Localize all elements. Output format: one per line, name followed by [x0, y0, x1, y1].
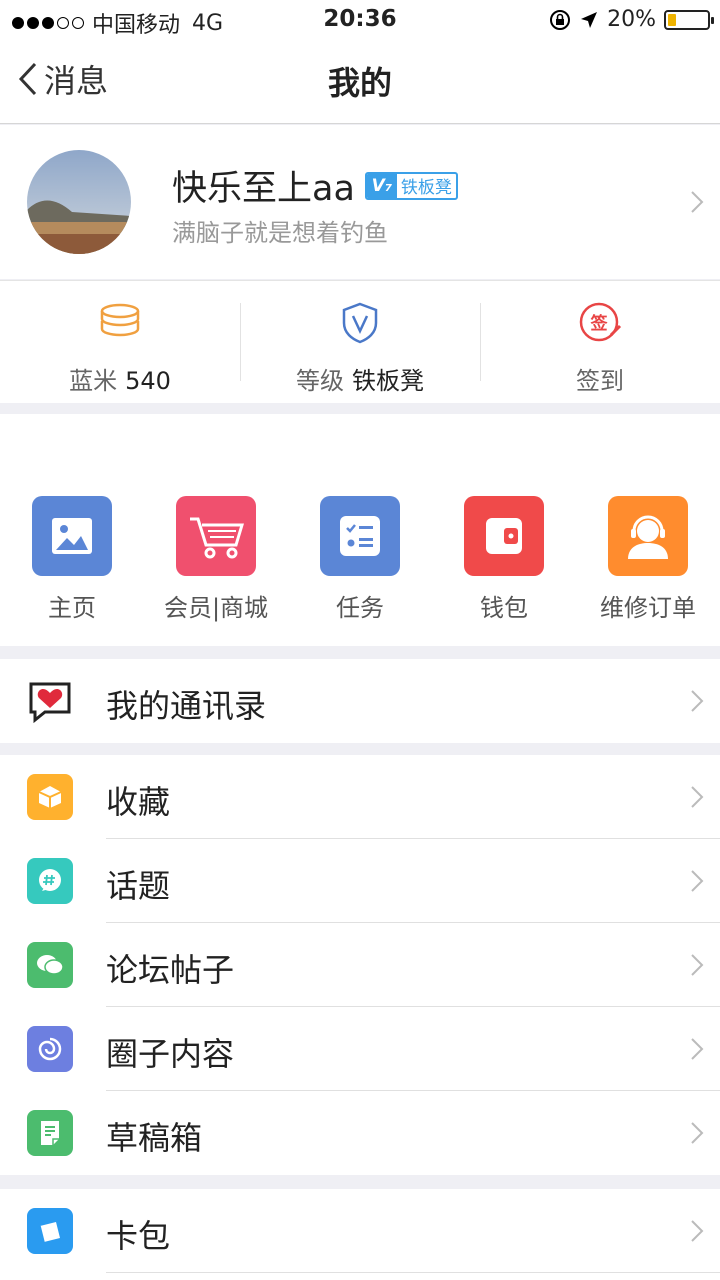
feature-grid: 主页 会员|商城 任务 钱包 维修订单 — [0, 414, 720, 646]
battery-icon — [664, 9, 714, 30]
list-item-card-pack[interactable]: 卡包 — [0, 1189, 720, 1273]
screen: 中国移动 4G 20:36 20% 消息 我的 快乐至上aa V₇ 铁板凳 满脑… — [0, 0, 720, 1280]
profile-name: 快乐至上aa — [172, 169, 355, 209]
sign-in-stamp-icon: 签 — [579, 302, 622, 342]
profile-card[interactable]: 快乐至上aa V₇ 铁板凳 满脑子就是想着钓鱼 — [0, 125, 720, 279]
hashtag-bubble-icon — [27, 858, 73, 904]
grid-item-wallet[interactable]: 钱包 — [432, 496, 576, 623]
list-item-drafts-label: 草稿箱 — [106, 1119, 203, 1157]
list-item-favorites-label: 收藏 — [106, 783, 171, 821]
shield-v-icon — [342, 302, 378, 344]
chevron-right-icon — [691, 1038, 704, 1060]
list-item-forum-posts[interactable]: 论坛帖子 — [0, 923, 720, 1007]
list-item-card-pack-label: 卡包 — [106, 1217, 171, 1255]
chevron-right-icon — [691, 1122, 704, 1144]
level-badge-text: 铁板凳 — [400, 178, 452, 198]
grid-item-tasks[interactable]: 任务 — [288, 496, 432, 623]
stats-bar: 蓝米 540 等级 铁板凳 签 签到 — [0, 280, 720, 403]
chat-bubbles-icon — [27, 942, 73, 988]
chevron-right-icon — [691, 786, 704, 808]
chevron-right-icon — [691, 870, 704, 892]
grid-item-repair-orders-label: 维修订单 — [600, 594, 696, 622]
status-right: 20% — [549, 7, 714, 32]
swirl-icon — [27, 1026, 73, 1072]
rotation-lock-icon — [550, 9, 571, 30]
list-item-topics[interactable]: 话题 — [0, 839, 720, 923]
list-item-favorites[interactable]: 收藏 — [0, 755, 720, 839]
profile-name-row: 快乐至上aa V₇ 铁板凳 — [172, 160, 458, 211]
chevron-right-icon — [691, 1220, 704, 1242]
list-item-contacts-label: 我的通讯录 — [106, 687, 267, 725]
draft-doc-icon — [27, 1110, 73, 1156]
picture-icon — [32, 496, 112, 576]
main-list-group: 收藏 话题 论坛帖子 圈子内容 草稿箱 — [0, 755, 720, 1175]
wallet-list-group: 卡包 — [0, 1189, 720, 1280]
nav-bar: 消息 我的 — [0, 40, 720, 124]
box-icon — [27, 774, 73, 820]
list-item-circle-content[interactable]: 圈子内容 — [0, 1007, 720, 1091]
grid-item-home[interactable]: 主页 — [0, 496, 144, 623]
list-item-topics-label: 话题 — [106, 867, 171, 905]
grid-item-wallet-label: 钱包 — [480, 594, 528, 622]
divider — [106, 1272, 720, 1273]
chevron-right-icon — [691, 954, 704, 976]
task-list-icon — [320, 496, 400, 576]
grid-item-repair-orders[interactable]: 维修订单 — [576, 496, 720, 623]
location-arrow-icon — [581, 11, 598, 28]
list-item-forum-posts-label: 论坛帖子 — [106, 951, 235, 989]
stat-level[interactable]: 等级 铁板凳 — [240, 281, 480, 403]
sign-in-glyph: 签 — [590, 313, 609, 334]
stat-level-value: 铁板凳 — [352, 367, 424, 395]
page-title: 我的 — [327, 64, 392, 102]
stat-signin[interactable]: 签 签到 — [480, 281, 720, 403]
grid-item-home-label: 主页 — [48, 594, 96, 622]
card-pack-icon — [27, 1208, 73, 1254]
level-badge-v: V₇ — [366, 173, 397, 198]
stat-signin-text: 签到 — [576, 367, 624, 395]
contacts-group: 我的通讯录 — [0, 659, 720, 743]
stat-lanmi-value: 540 — [125, 367, 171, 395]
level-badge: V₇ 铁板凳 — [364, 171, 458, 200]
profile-signature: 满脑子就是想着钓鱼 — [172, 219, 388, 247]
list-item-contacts[interactable]: 我的通讯录 — [0, 659, 720, 743]
coins-stack-icon — [100, 303, 140, 337]
list-item-drafts[interactable]: 草稿箱 — [0, 1091, 720, 1175]
stat-level-text: 等级 铁板凳 — [296, 367, 424, 395]
grid-item-mall[interactable]: 会员|商城 — [144, 496, 288, 623]
wallet-icon — [464, 496, 544, 576]
stat-lanmi-text: 蓝米 540 — [69, 367, 171, 395]
status-bar: 中国移动 4G 20:36 20% — [0, 0, 720, 40]
chevron-right-icon — [691, 191, 704, 213]
support-agent-icon — [608, 496, 688, 576]
grid-item-mall-label: 会员|商城 — [163, 594, 269, 622]
grid-item-tasks-label: 任务 — [336, 594, 384, 622]
cart-icon — [176, 496, 256, 576]
stat-lanmi[interactable]: 蓝米 540 — [0, 281, 240, 403]
chevron-right-icon — [691, 690, 704, 712]
battery-percent: 20% — [607, 7, 656, 32]
heart-bubble-icon — [27, 678, 73, 724]
avatar[interactable] — [27, 150, 131, 254]
list-item-circle-content-label: 圈子内容 — [106, 1035, 235, 1073]
